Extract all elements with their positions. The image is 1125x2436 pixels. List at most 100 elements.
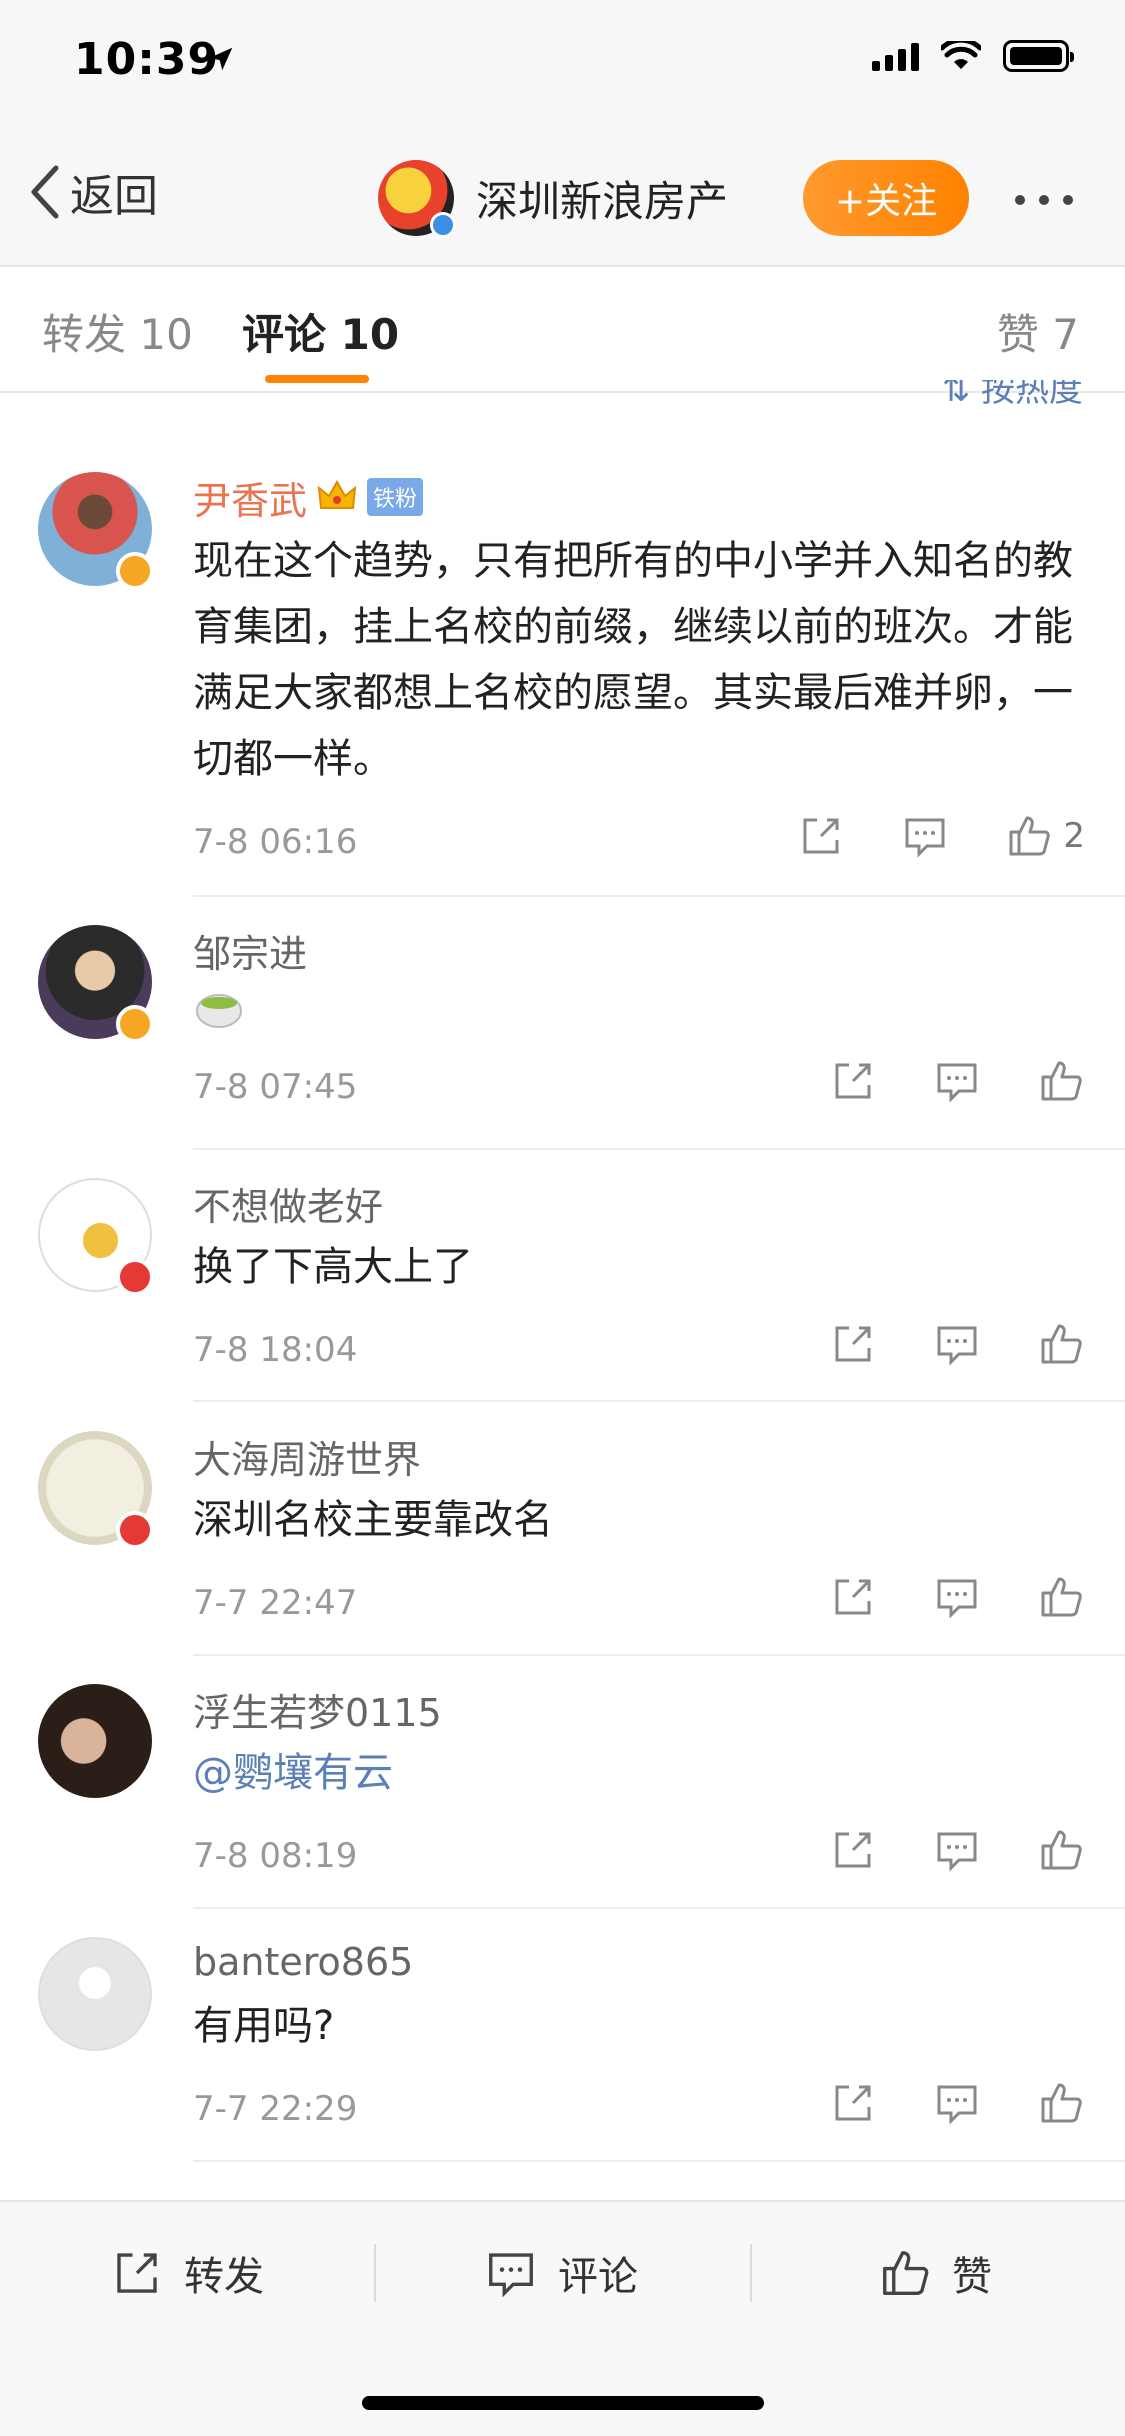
comment-username[interactable]: bantero865 [193, 1937, 1085, 1987]
like-count: 2 [1063, 816, 1085, 856]
like-button[interactable] [1037, 1320, 1085, 1368]
avatar[interactable] [38, 1431, 154, 1549]
like-button[interactable] [1037, 1573, 1085, 1621]
repost-button[interactable] [829, 1826, 877, 1874]
bottom-repost-button[interactable]: 转发 [110, 2244, 264, 2302]
comment-actions [829, 1573, 1085, 1621]
repost-button[interactable] [829, 1057, 877, 1105]
comment-username[interactable]: 大海周游世界 [193, 1431, 1085, 1482]
verified-badge-icon [116, 1511, 154, 1549]
avatar[interactable] [38, 925, 154, 1043]
bottom-comment-label: 评论 [558, 2254, 638, 2300]
comment-actions: 2 [797, 812, 1085, 860]
share-icon [835, 1579, 871, 1615]
comment-icon [937, 1579, 977, 1619]
repost-button[interactable] [829, 1320, 877, 1368]
thumbs-up-icon [883, 2251, 929, 2295]
tab-comment[interactable]: 评论 10 [242, 301, 399, 362]
divider [193, 2160, 1125, 2162]
active-tab-indicator [265, 375, 369, 383]
repost-button[interactable] [829, 1573, 877, 1621]
comment-time: 7-7 22:29 [193, 2089, 358, 2129]
reply-button[interactable] [933, 2079, 981, 2127]
repost-button[interactable] [797, 812, 845, 860]
separator [750, 2244, 752, 2302]
repost-button[interactable] [829, 2079, 877, 2127]
comment-icon [905, 818, 945, 858]
reply-button[interactable] [933, 1573, 981, 1621]
chevron-left-icon [31, 165, 59, 219]
comment-icon [937, 1832, 977, 1872]
bottom-comment-button[interactable]: 评论 [484, 2244, 638, 2302]
comment-actions [829, 1826, 1085, 1874]
comment-time: 7-8 18:04 [193, 1330, 358, 1370]
account-avatar[interactable] [378, 160, 456, 238]
reply-button[interactable] [901, 812, 949, 860]
comment-text: 换了下高大上了 [193, 1244, 473, 1290]
verified-badge-icon [116, 1258, 154, 1296]
share-icon [835, 1326, 871, 1362]
thumbs-up-icon [1041, 1830, 1082, 1870]
comment-meta: 7-8 08:19 [193, 1826, 1085, 1886]
tea-emoji-icon [196, 994, 242, 1028]
reply-button[interactable] [933, 1826, 981, 1874]
thumbs-up-icon [1041, 1061, 1082, 1101]
avatar[interactable] [38, 472, 154, 590]
share-icon [835, 1832, 871, 1868]
cellular-signal-icon [872, 41, 919, 71]
wifi-icon [941, 41, 981, 69]
like-button[interactable] [1037, 1057, 1085, 1105]
avatar[interactable] [38, 1937, 152, 2051]
account-header[interactable]: 深圳新浪房产 [378, 160, 728, 238]
verified-badge-icon [116, 1005, 154, 1043]
thumbs-up-icon [1041, 1577, 1082, 1617]
follow-button[interactable]: +关注 [803, 160, 969, 236]
mention-link[interactable]: @鹦壤有云 [193, 1740, 1085, 1806]
divider [193, 895, 1125, 897]
avatar[interactable] [38, 1684, 152, 1798]
share-icon [835, 2085, 871, 2121]
comment-time: 7-8 06:16 [193, 822, 358, 862]
comment-icon [937, 1326, 977, 1366]
reply-button[interactable] [933, 1320, 981, 1368]
thumbs-up-icon [1041, 1324, 1082, 1364]
username-text: 尹香武 [193, 478, 308, 523]
like-button[interactable]: 2 [1005, 812, 1085, 860]
more-options-icon[interactable] [1015, 195, 1073, 205]
tab-repost[interactable]: 转发 10 [42, 301, 193, 362]
sort-label: 按热度 [981, 380, 1083, 410]
comment-text: 深圳名校主要靠改名 [193, 1497, 553, 1543]
comment-meta: 7-7 22:47 [193, 1573, 1085, 1633]
comment-username[interactable]: 邹宗进 [193, 925, 1085, 976]
bottom-like-button[interactable]: 赞 [878, 2244, 992, 2302]
comment-username[interactable]: 尹香武 铁粉 [193, 472, 1085, 523]
reply-button[interactable] [933, 1057, 981, 1105]
comment-username[interactable]: 不想做老好 [193, 1178, 1085, 1229]
thumbs-up-icon [1009, 816, 1051, 856]
account-name[interactable]: 深圳新浪房产 [476, 168, 728, 229]
comment-meta: 7-8 18:04 [193, 1320, 1085, 1380]
bottom-repost-label: 转发 [184, 2254, 264, 2300]
status-time: 10:39 [74, 34, 220, 85]
status-icons [872, 40, 1074, 72]
sort-toggle[interactable]: ⇅ 按热度 [942, 380, 1083, 416]
back-button[interactable]: 返回 [30, 160, 158, 224]
fan-badge: 铁粉 [367, 478, 424, 516]
tab-like[interactable]: 赞 7 [997, 301, 1079, 362]
comment-time: 7-8 08:19 [193, 1836, 358, 1876]
thumbs-up-icon [1041, 2083, 1082, 2123]
tab-bar: 转发 10 评论 10 赞 7 [0, 267, 1125, 393]
bottom-action-bar: 转发 评论 赞 [0, 2200, 1125, 2436]
comment-actions [829, 1057, 1085, 1105]
like-button[interactable] [1037, 2079, 1085, 2127]
comment-actions [829, 1320, 1085, 1368]
comment-icon [937, 1063, 977, 1103]
back-label: 返回 [70, 171, 158, 222]
share-icon [117, 2253, 157, 2293]
avatar[interactable] [38, 1178, 154, 1296]
home-indicator [362, 2396, 764, 2410]
like-button[interactable] [1037, 1826, 1085, 1874]
divider [193, 1400, 1125, 1402]
top-bar: 10:39 返回 深圳新浪房产 +关注 [0, 0, 1125, 267]
comment-username[interactable]: 浮生若梦0115 [193, 1684, 1085, 1735]
